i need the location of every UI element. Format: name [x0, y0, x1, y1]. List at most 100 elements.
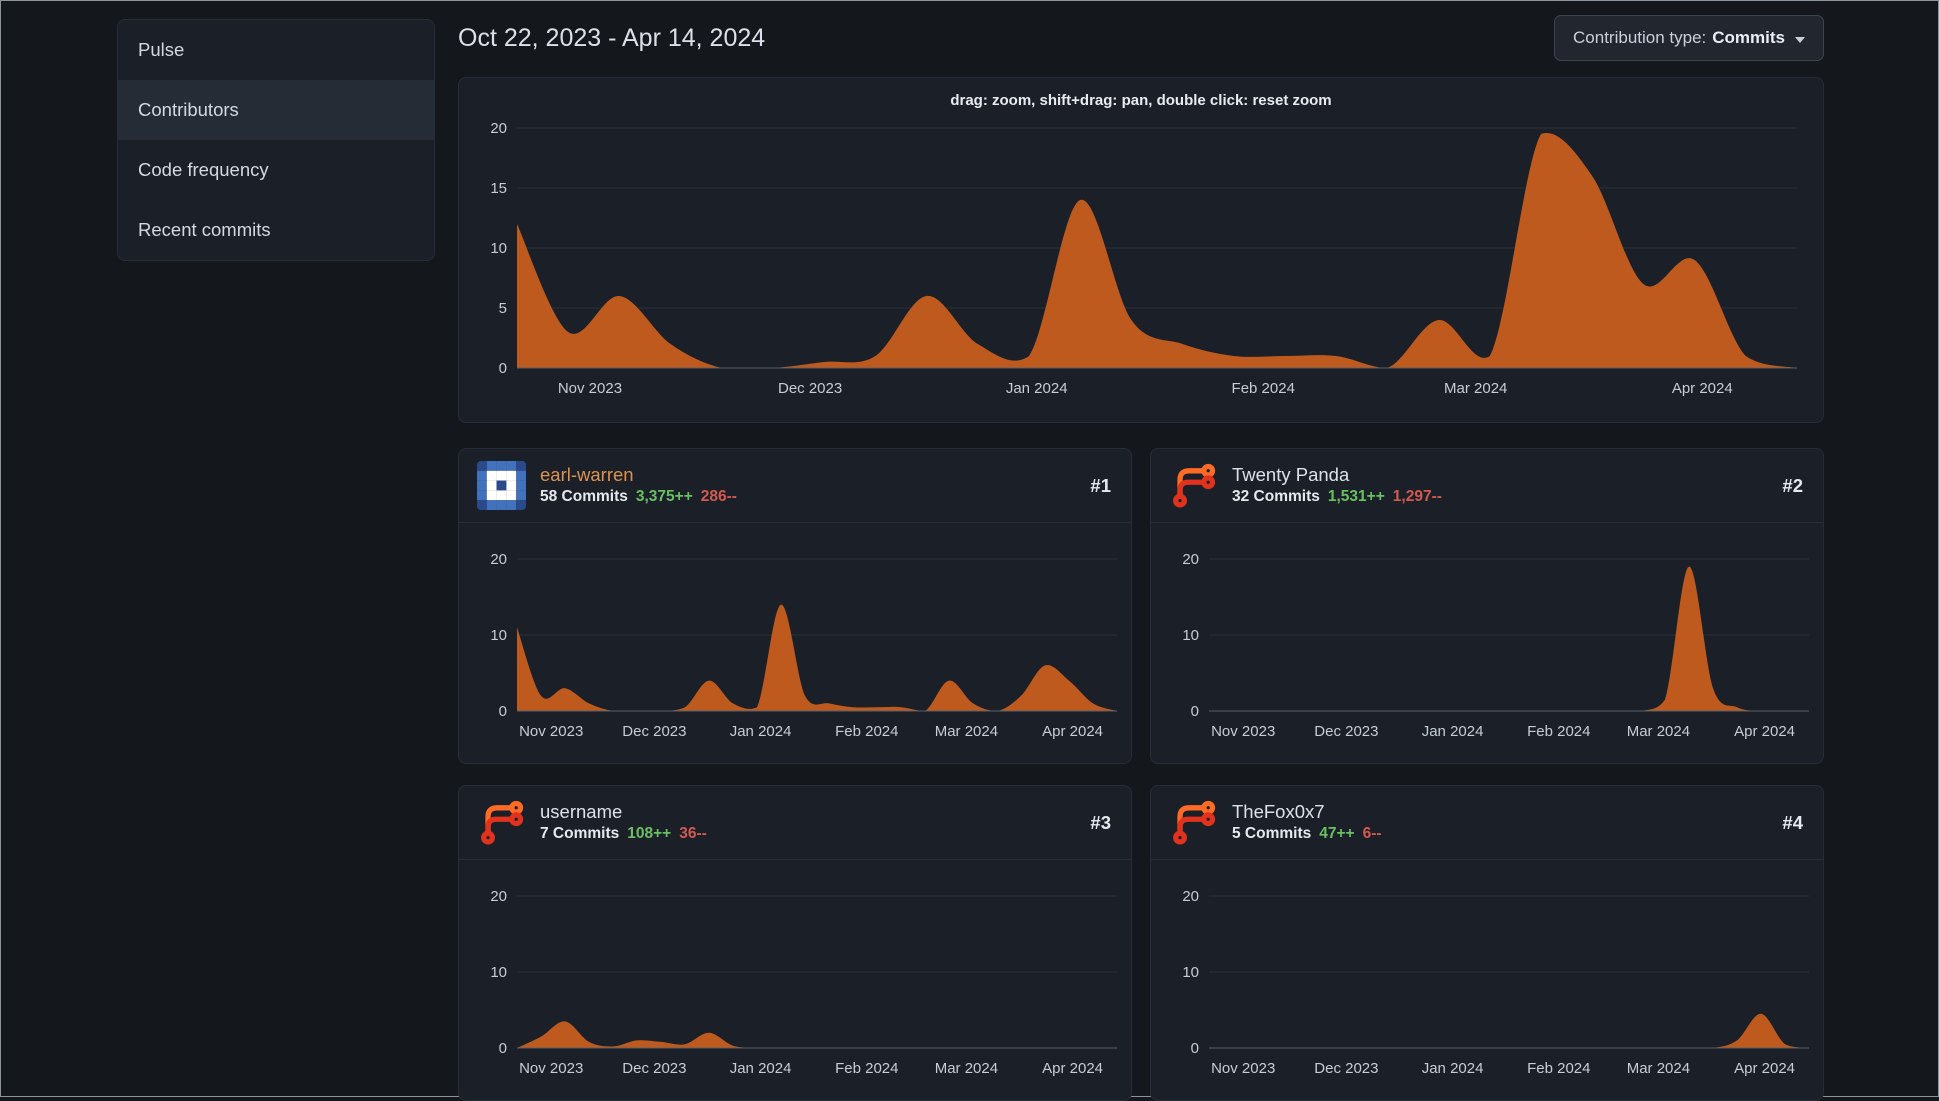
svg-text:Nov 2023: Nov 2023: [519, 1060, 583, 1077]
date-range-heading: Oct 22, 2023 - Apr 14, 2024: [458, 23, 766, 52]
svg-text:Feb 2024: Feb 2024: [835, 723, 898, 740]
sidebar-item-contributors[interactable]: Contributors: [118, 80, 434, 140]
contributor-meta: username 7 Commits 108++ 36--: [540, 801, 707, 843]
svg-text:Apr 2024: Apr 2024: [1734, 1060, 1795, 1077]
main-contributions-chart[interactable]: 0 5 10 15 20 Nov 2023 Dec 2023 Jan 2024 Feb 2024…: [459, 114, 1823, 422]
svg-text:0: 0: [499, 1040, 507, 1057]
svg-text:Nov 2023: Nov 2023: [1211, 723, 1275, 740]
additions-count: 3,375++: [635, 488, 693, 506]
activity-sidebar-menu: Pulse Contributors Code frequency Recent…: [117, 19, 435, 261]
deletions-count: 286--: [700, 488, 737, 506]
contributor-stats: 5 Commits 47++ 6--: [1232, 825, 1382, 843]
sidebar-item-code-frequency[interactable]: Code frequency: [118, 140, 434, 200]
svg-text:0: 0: [499, 703, 507, 720]
contributor-meta: Twenty Panda 32 Commits 1,531++ 1,297--: [1232, 464, 1442, 506]
commit-count: 32 Commits: [1232, 488, 1320, 506]
contributor-stats: 32 Commits 1,531++ 1,297--: [1232, 488, 1442, 506]
svg-text:Jan 2024: Jan 2024: [1422, 1060, 1484, 1077]
svg-text:10: 10: [490, 964, 507, 981]
contribution-type-dropdown[interactable]: Contribution type: Commits: [1554, 15, 1824, 61]
contributor-chart[interactable]: 0 10 20 Nov 2023 Dec 2023 Jan 2024 Feb 2024 Mar…: [1151, 523, 1823, 763]
contribution-type-label: Contribution type:: [1573, 28, 1707, 47]
svg-text:Feb 2024: Feb 2024: [1527, 723, 1590, 740]
avatar: [477, 798, 526, 847]
svg-text:Nov 2023: Nov 2023: [519, 723, 583, 740]
svg-text:Dec 2023: Dec 2023: [622, 1060, 686, 1077]
svg-text:5: 5: [499, 300, 507, 317]
svg-text:Mar 2024: Mar 2024: [1627, 1060, 1690, 1077]
additions-count: 108++: [627, 825, 672, 843]
svg-text:20: 20: [1182, 888, 1199, 905]
contributors-main: Oct 22, 2023 - Apr 14, 2024 Contribution…: [458, 0, 1824, 1101]
contributor-cards-grid: earl-warren 58 Commits 3,375++ 286-- #1 …: [458, 448, 1824, 1101]
svg-text:20: 20: [490, 888, 507, 905]
contributor-chart[interactable]: 0 10 20 Nov 2023 Dec 2023 Jan 2024 Feb 2024 Mar…: [1151, 860, 1823, 1100]
svg-text:Jan 2024: Jan 2024: [1006, 380, 1068, 397]
sidebar-item-pulse[interactable]: Pulse: [118, 20, 434, 80]
svg-text:0: 0: [1191, 1040, 1199, 1057]
chart-svg: 0 5 10 15 20 Nov 2023 Dec 2023 Jan 2024 Feb 2024…: [490, 120, 1797, 397]
forgejo-logo-icon: [1173, 463, 1216, 508]
svg-text:20: 20: [1182, 551, 1199, 568]
svg-text:Jan 2024: Jan 2024: [730, 723, 792, 740]
forgejo-logo-icon: [481, 800, 524, 845]
svg-text:20: 20: [490, 120, 507, 137]
sidebar-item-recent-commits[interactable]: Recent commits: [118, 200, 434, 260]
svg-text:Nov 2023: Nov 2023: [558, 380, 622, 397]
contributor-card-header: earl-warren 58 Commits 3,375++ 286-- #1: [459, 449, 1131, 523]
svg-text:Dec 2023: Dec 2023: [1314, 723, 1378, 740]
svg-text:Dec 2023: Dec 2023: [1314, 1060, 1378, 1077]
svg-text:Jan 2024: Jan 2024: [730, 1060, 792, 1077]
forgejo-logo-icon: [1173, 800, 1216, 845]
svg-text:Dec 2023: Dec 2023: [622, 723, 686, 740]
identicon-icon: [477, 461, 526, 510]
svg-text:10: 10: [1182, 964, 1199, 981]
deletions-count: 6--: [1362, 825, 1382, 843]
avatar: [1169, 461, 1218, 510]
contributor-rank: #1: [1090, 474, 1111, 496]
chart-svg: 0 10 20 Nov 2023 Dec 2023 Jan 2024 Feb 2024 Mar…: [1182, 888, 1809, 1077]
main-chart-card: drag: zoom, shift+drag: pan, double clic…: [458, 77, 1824, 423]
contributor-name-link[interactable]: TheFox0x7: [1232, 801, 1382, 822]
topbar: Oct 22, 2023 - Apr 14, 2024 Contribution…: [458, 15, 1824, 61]
svg-text:Dec 2023: Dec 2023: [778, 380, 842, 397]
svg-text:0: 0: [499, 360, 507, 377]
commit-count: 5 Commits: [1232, 825, 1312, 843]
chart-svg: 0 10 20 Nov 2023 Dec 2023 Jan 2024 Feb 2024 Mar…: [490, 551, 1117, 740]
contributor-name-link[interactable]: earl-warren: [540, 464, 737, 485]
contributor-card: TheFox0x7 5 Commits 47++ 6-- #4 0 10 20 Nov…: [1150, 785, 1824, 1101]
contributor-chart[interactable]: 0 10 20 Nov 2023 Dec 2023 Jan 2024 Feb 2024 Mar…: [459, 523, 1131, 763]
contributor-card: earl-warren 58 Commits 3,375++ 286-- #1 …: [458, 448, 1132, 764]
chevron-down-icon: [1795, 36, 1805, 43]
contributor-rank: #4: [1782, 811, 1803, 833]
svg-text:10: 10: [490, 627, 507, 644]
chart-svg: 0 10 20 Nov 2023 Dec 2023 Jan 2024 Feb 2024 Mar…: [1182, 551, 1809, 740]
deletions-count: 36--: [679, 825, 707, 843]
deletions-count: 1,297--: [1392, 488, 1442, 506]
sidebar-item-label: Recent commits: [138, 219, 271, 240]
commit-count: 58 Commits: [540, 488, 628, 506]
svg-text:Feb 2024: Feb 2024: [835, 1060, 898, 1077]
chart-zoom-hint: drag: zoom, shift+drag: pan, double clic…: [950, 92, 1332, 109]
svg-text:Feb 2024: Feb 2024: [1232, 380, 1295, 397]
contributor-name-link[interactable]: username: [540, 801, 707, 822]
svg-text:Jan 2024: Jan 2024: [1422, 723, 1484, 740]
chart-svg: 0 10 20 Nov 2023 Dec 2023 Jan 2024 Feb 2024 Mar…: [490, 888, 1117, 1077]
contributor-chart[interactable]: 0 10 20 Nov 2023 Dec 2023 Jan 2024 Feb 2024 Mar…: [459, 860, 1131, 1100]
contributor-meta: TheFox0x7 5 Commits 47++ 6--: [1232, 801, 1382, 843]
contributor-stats: 58 Commits 3,375++ 286--: [540, 488, 737, 506]
svg-text:Apr 2024: Apr 2024: [1042, 1060, 1103, 1077]
svg-text:20: 20: [490, 551, 507, 568]
svg-text:Mar 2024: Mar 2024: [935, 723, 998, 740]
contribution-type-value: Commits: [1712, 28, 1785, 47]
svg-text:Feb 2024: Feb 2024: [1527, 1060, 1590, 1077]
contributor-stats: 7 Commits 108++ 36--: [540, 825, 707, 843]
svg-text:10: 10: [490, 240, 507, 257]
svg-text:15: 15: [490, 180, 507, 197]
contributor-name-link[interactable]: Twenty Panda: [1232, 464, 1442, 485]
additions-count: 47++: [1319, 825, 1355, 843]
commit-count: 7 Commits: [540, 825, 620, 843]
svg-text:Mar 2024: Mar 2024: [1444, 380, 1507, 397]
sidebar-item-label: Contributors: [138, 99, 239, 120]
svg-text:Mar 2024: Mar 2024: [1627, 723, 1690, 740]
